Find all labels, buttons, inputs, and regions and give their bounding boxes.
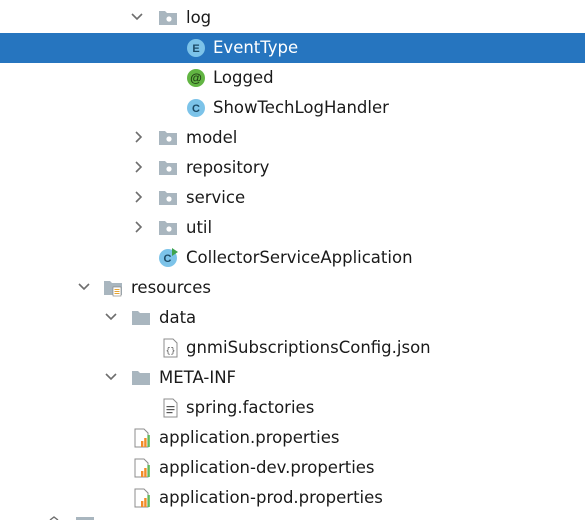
chevron-right-icon[interactable] xyxy=(131,129,147,145)
tree-item-label: service xyxy=(186,188,246,207)
package-folder-icon xyxy=(159,191,177,205)
tree-item-label: Logged xyxy=(213,68,274,87)
folder-icon xyxy=(132,371,150,385)
annotation-badge: @ xyxy=(190,71,202,85)
class-badge: C xyxy=(164,253,172,265)
class-badge: C xyxy=(192,103,200,115)
cut-off-tree-row xyxy=(49,516,94,520)
package-folder-icon xyxy=(159,221,177,235)
properties-file-icon xyxy=(134,488,150,508)
tree-item-label: data xyxy=(159,308,197,327)
chevron-down-icon[interactable] xyxy=(76,279,92,295)
tree-row-data[interactable]: data xyxy=(0,303,585,333)
json-badge: {} xyxy=(166,347,176,356)
tree-item-label: util xyxy=(186,218,213,237)
tree-item-label: model xyxy=(186,128,238,147)
tree-item-label: application-dev.properties xyxy=(159,458,375,477)
properties-file-icon xyxy=(134,458,150,478)
tree-item-label: ShowTechLogHandler xyxy=(213,98,389,117)
tree-item-label: resources xyxy=(131,278,211,297)
tree-item-label: CollectorServiceApplication xyxy=(186,248,413,267)
project-tree: log E EventType @ Logged C ShowTechLogHa… xyxy=(0,0,585,520)
java-class-icon: C xyxy=(187,99,205,117)
chevron-down-icon[interactable] xyxy=(103,309,119,325)
chevron-down-icon[interactable] xyxy=(129,9,145,25)
folder-icon xyxy=(132,311,150,325)
tree-item-label: spring.factories xyxy=(186,398,315,417)
tree-item-label: EventType xyxy=(213,38,299,57)
tree-row-meta-inf[interactable]: META-INF xyxy=(0,363,585,393)
text-file-icon xyxy=(163,398,178,418)
chevron-down-icon[interactable] xyxy=(103,369,119,385)
enum-badge: E xyxy=(192,43,199,55)
tree-row-resources[interactable]: resources xyxy=(0,273,585,303)
tree-item-label: META-INF xyxy=(159,368,237,387)
tree-row-log[interactable]: log xyxy=(0,3,585,33)
tree-row-application-prod-properties[interactable]: application-prod.properties xyxy=(0,483,585,513)
package-folder-icon xyxy=(159,11,177,25)
package-folder-icon xyxy=(159,161,177,175)
tree-row-model[interactable]: model xyxy=(0,123,585,153)
tree-item-label: log xyxy=(186,8,212,27)
tree-row-collectorserviceapplication[interactable]: C CollectorServiceApplication xyxy=(0,243,585,273)
json-file-icon: {} xyxy=(163,338,178,358)
enum-class-icon: E xyxy=(187,39,205,57)
package-folder-icon xyxy=(159,131,177,145)
tree-row-spring-factories[interactable]: spring.factories xyxy=(0,393,585,423)
tree-row-util[interactable]: util xyxy=(0,213,585,243)
tree-row-logged[interactable]: @ Logged xyxy=(0,63,585,93)
tree-row-eventtype[interactable]: E EventType xyxy=(0,33,585,63)
tree-row-application-dev-properties[interactable]: application-dev.properties xyxy=(0,453,585,483)
spring-boot-app-icon: C xyxy=(159,248,178,267)
resources-root-folder-icon xyxy=(104,281,122,297)
tree-row-application-properties[interactable]: application.properties xyxy=(0,423,585,453)
chevron-right-icon[interactable] xyxy=(131,219,147,235)
tree-item-label: gnmiSubscriptionsConfig.json xyxy=(186,338,431,357)
tree-item-label: application.properties xyxy=(159,428,340,447)
tree-row-repository[interactable]: repository xyxy=(0,153,585,183)
chevron-right-icon[interactable] xyxy=(131,189,147,205)
tree-row-showtechloghandler[interactable]: C ShowTechLogHandler xyxy=(0,93,585,123)
tree-item-label: application-prod.properties xyxy=(159,488,383,507)
tree-row-gnmisubscriptionsconfig[interactable]: {} gnmiSubscriptionsConfig.json xyxy=(0,333,585,363)
annotation-icon: @ xyxy=(187,69,205,87)
tree-item-label: repository xyxy=(186,158,270,177)
properties-file-icon xyxy=(134,428,150,448)
chevron-right-icon[interactable] xyxy=(131,159,147,175)
tree-row-service[interactable]: service xyxy=(0,183,585,213)
